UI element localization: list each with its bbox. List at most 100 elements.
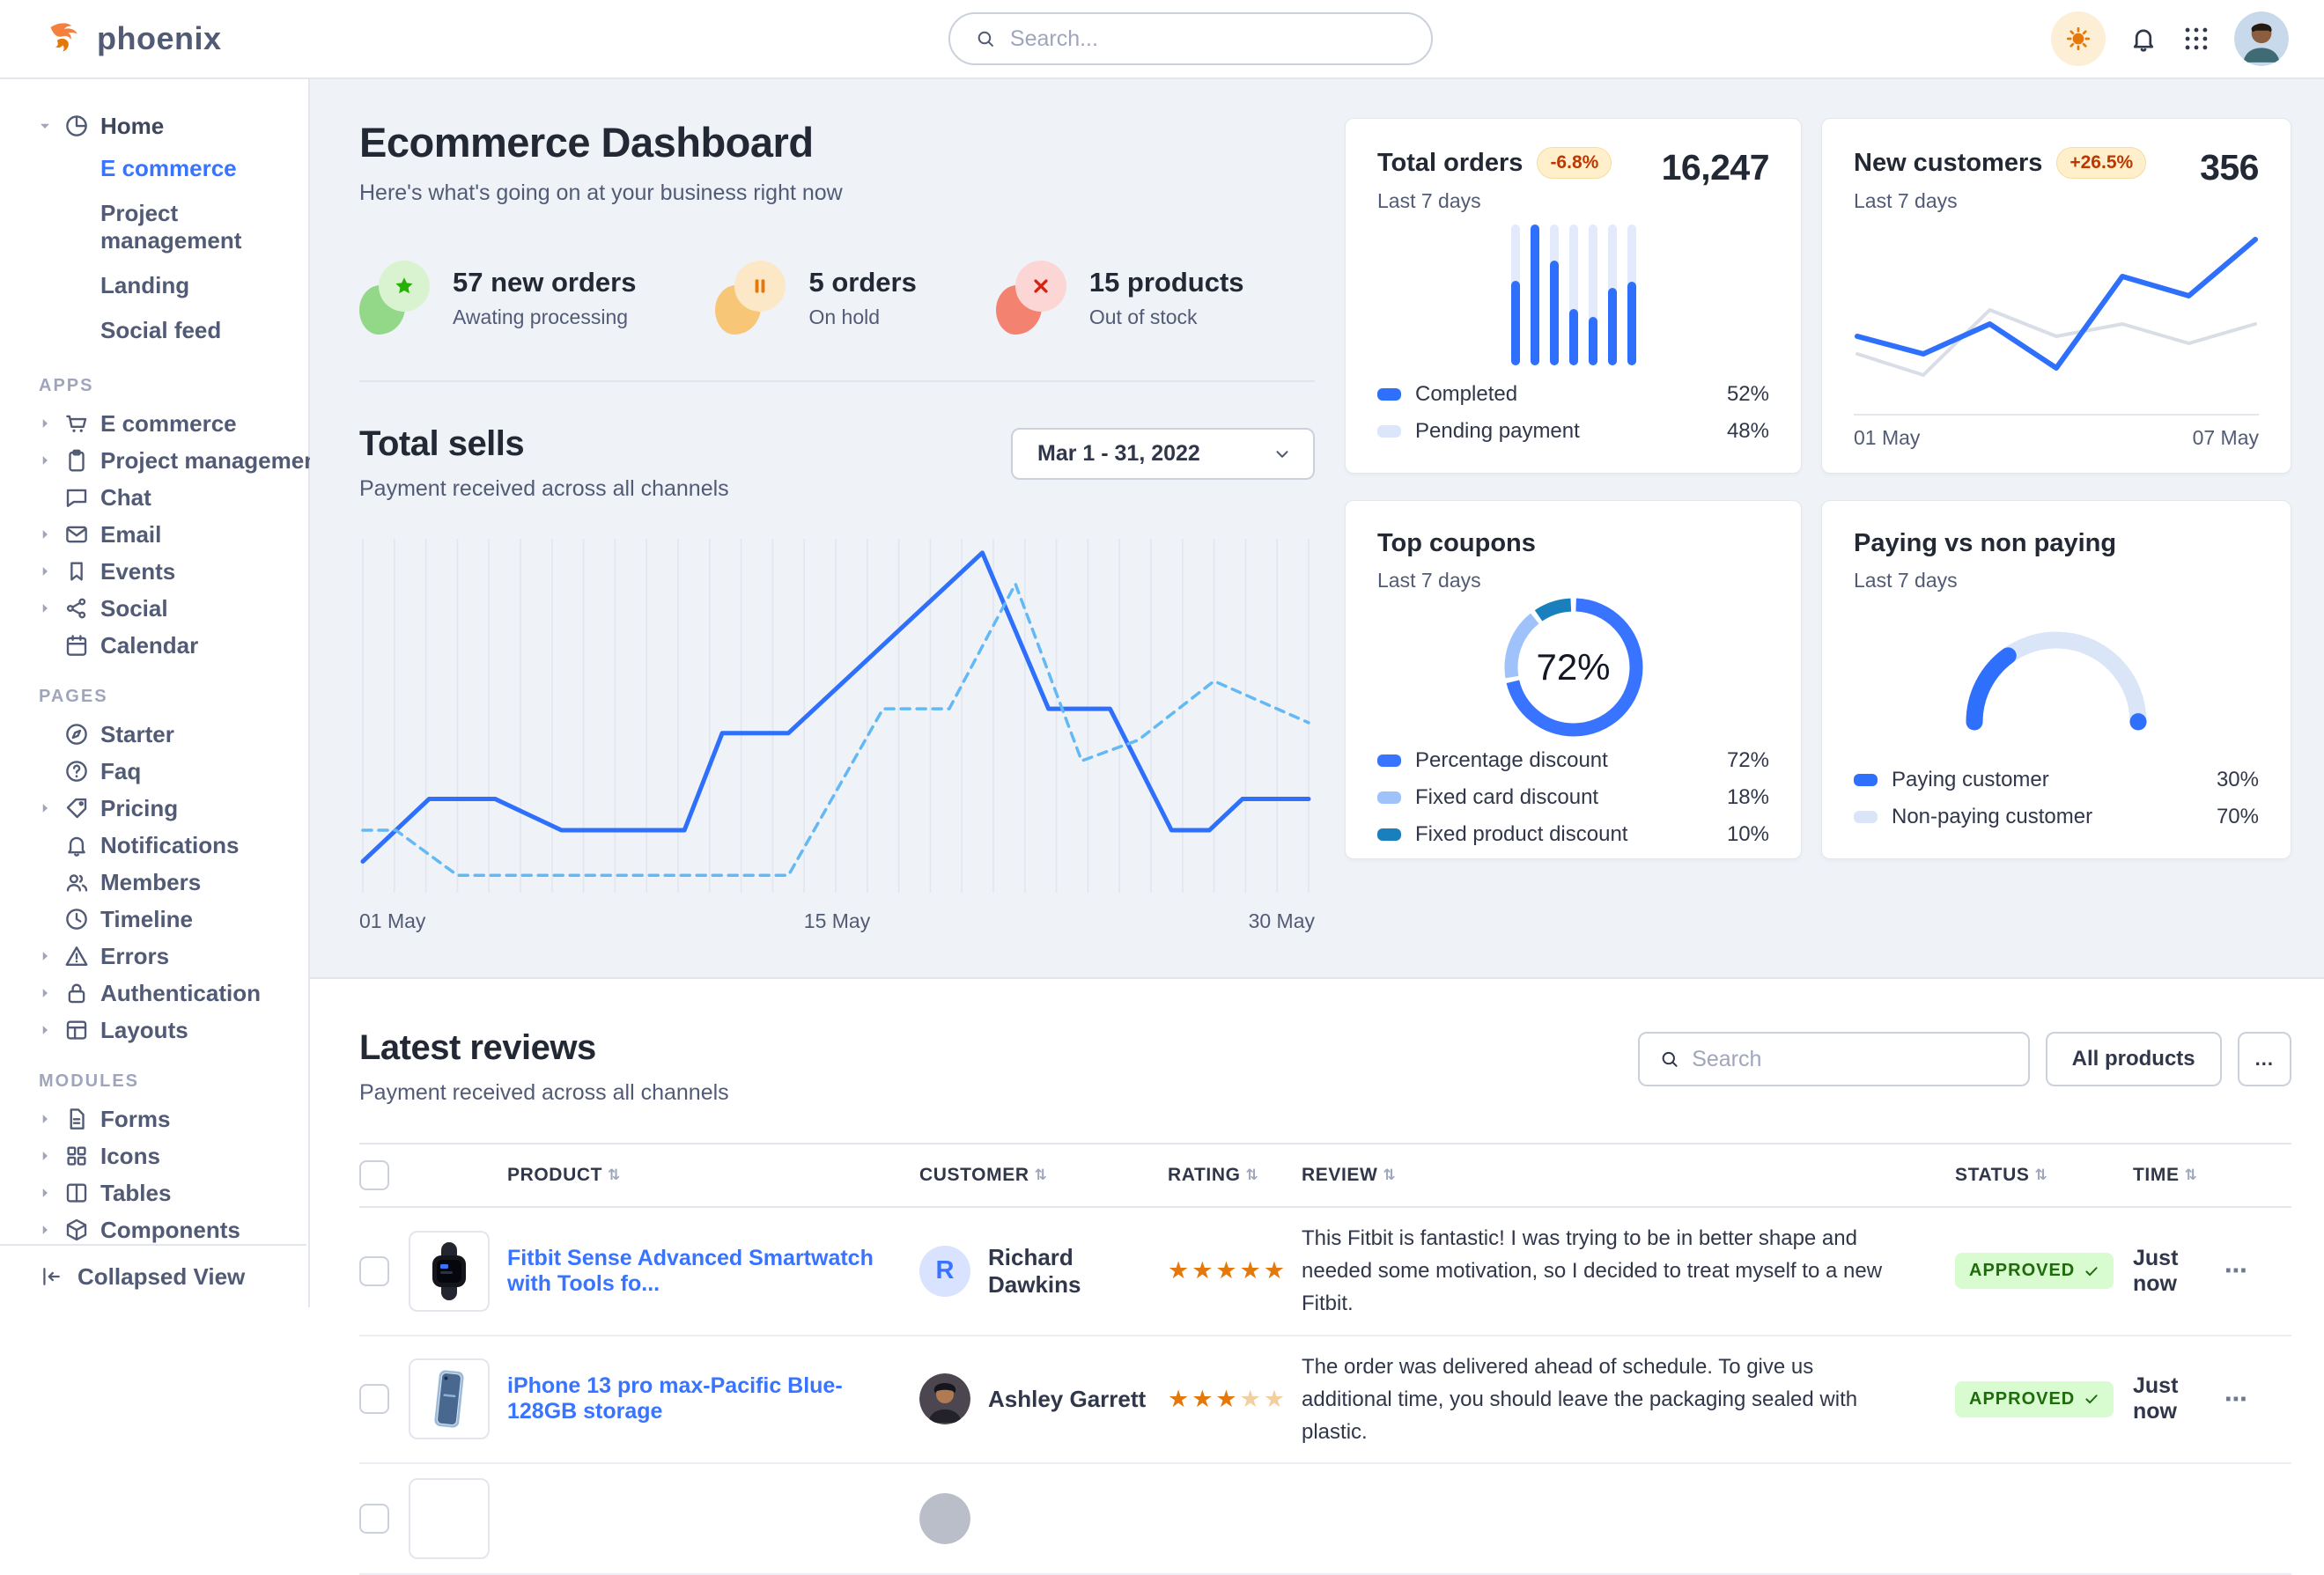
total-orders-bar-chart — [1511, 224, 1636, 365]
rating-stars: ★★★★★ — [1168, 1257, 1302, 1284]
reviews-search[interactable] — [1638, 1032, 2030, 1086]
caret-right-icon — [37, 1222, 53, 1238]
customer-avatar — [919, 1493, 970, 1544]
all-products-button[interactable]: All products — [2046, 1032, 2222, 1086]
user-avatar[interactable] — [2234, 11, 2289, 66]
global-search-input[interactable] — [1010, 26, 1406, 52]
search-icon — [1659, 1048, 1680, 1071]
sidebar-item-forms[interactable]: Forms — [37, 1100, 282, 1137]
caret-right-icon — [37, 985, 53, 1001]
reviews-search-input[interactable] — [1692, 1047, 2008, 1072]
collapsed-view-toggle[interactable]: Collapsed View — [0, 1244, 306, 1307]
product-image[interactable] — [409, 1358, 490, 1439]
latest-reviews-section: Latest reviews Payment received across a… — [310, 979, 2324, 1575]
pause-icon — [749, 275, 771, 298]
caret-right-icon — [37, 453, 53, 468]
review-table-row: Fitbit Sense Advanced Smartwatch with To… — [359, 1208, 2291, 1336]
sidebar-item-icons[interactable]: Icons — [37, 1137, 282, 1174]
sidebar-subitem-social-feed[interactable]: Social feed — [37, 308, 282, 353]
total-orders-value: 16,247 — [1662, 147, 1769, 188]
grid4-icon — [63, 1143, 90, 1169]
total-sells-subtitle: Payment received across all channels — [359, 476, 729, 502]
pie-chart-icon — [63, 113, 90, 139]
product-link[interactable]: Fitbit Sense Advanced Smartwatch with To… — [507, 1246, 919, 1297]
row-more-button[interactable]: ⋯ — [2224, 1257, 2248, 1284]
delta-badge: +26.5% — [2056, 147, 2146, 179]
legend-item: Paying customer 30% — [1854, 762, 2259, 799]
sort-icon: ⇅ — [2185, 1167, 2198, 1184]
search-icon — [975, 27, 996, 50]
sidebar-item-email[interactable]: Email — [37, 516, 282, 553]
sort-icon: ⇅ — [1383, 1167, 1396, 1184]
row-checkbox[interactable] — [359, 1384, 389, 1414]
product-image[interactable] — [409, 1231, 490, 1312]
row-more-button[interactable]: ⋯ — [2224, 1386, 2248, 1412]
column-header-customer[interactable]: CUSTOMER⇅ — [919, 1165, 1168, 1186]
card-new-customers: New customers +26.5% Last 7 days 356 01 … — [1821, 118, 2291, 474]
column-header-status[interactable]: STATUS⇅ — [1955, 1165, 2133, 1186]
caret-right-icon — [37, 1111, 53, 1127]
new-customers-x-axis: 01 May 07 May — [1854, 426, 2259, 450]
sidebar-item-components[interactable]: Components — [37, 1211, 282, 1248]
sidebar-item-home[interactable]: Home — [37, 106, 282, 146]
sidebar-item-events[interactable]: Events — [37, 553, 282, 590]
column-header-product[interactable]: PRODUCT⇅ — [507, 1165, 919, 1186]
column-header-rating[interactable]: RATING⇅ — [1168, 1165, 1302, 1186]
brand-logo[interactable]: phoenix — [46, 19, 310, 58]
apps-grid-button[interactable] — [2181, 24, 2211, 54]
sidebar-subitem-ecommerce[interactable]: E commerce — [37, 146, 282, 191]
select-all-checkbox[interactable] — [359, 1160, 389, 1190]
star-icon — [393, 275, 416, 298]
caret-right-icon — [37, 1148, 53, 1164]
sidebar-item-members[interactable]: Members — [37, 864, 282, 901]
x-icon — [1029, 275, 1052, 298]
caret-right-icon — [37, 526, 53, 542]
sidebar-item-social[interactable]: Social — [37, 590, 282, 627]
global-search[interactable] — [948, 12, 1433, 65]
row-checkbox[interactable] — [359, 1504, 389, 1534]
sidebar-subitem-landing[interactable]: Landing — [37, 263, 282, 308]
column-header-time[interactable]: TIME⇅ — [2133, 1165, 2224, 1186]
check-icon — [2084, 1263, 2099, 1279]
review-table-row: iPhone 13 pro max-Pacific Blue-128GB sto… — [359, 1336, 2291, 1465]
sidebar-item-faq[interactable]: Faq — [37, 753, 282, 790]
top-coupons-donut-chart: 72% — [1499, 592, 1649, 742]
card-paying-vs-nonpaying: Paying vs non paying Last 7 days Paying … — [1821, 500, 2291, 859]
bookmark-icon — [63, 558, 90, 585]
sidebar-item-chat[interactable]: Chat — [37, 479, 282, 516]
sidebar-item-authentication[interactable]: Authentication — [37, 975, 282, 1012]
legend-item: Non-paying customer 70% — [1854, 799, 2259, 835]
sidebar-item-calendar[interactable]: Calendar — [37, 627, 282, 664]
more-options-button[interactable]: ... — [2238, 1032, 2291, 1086]
sidebar-item-project-management[interactable]: Project management — [37, 442, 282, 479]
row-checkbox[interactable] — [359, 1256, 389, 1286]
customer-name: Richard Dawkins — [988, 1244, 1168, 1299]
clock-icon — [63, 906, 90, 932]
sidebar-item-timeline[interactable]: Timeline — [37, 901, 282, 938]
sidebar-item-tables[interactable]: Tables — [37, 1174, 282, 1211]
product-image[interactable] — [409, 1478, 490, 1559]
sidebar-item-pricing[interactable]: Pricing — [37, 790, 282, 827]
warning-icon — [63, 943, 90, 969]
sidebar-subitem-project-management[interactable]: Project management — [37, 191, 282, 263]
product-link[interactable]: iPhone 13 pro max-Pacific Blue-128GB sto… — [507, 1373, 919, 1424]
tag-icon — [63, 795, 90, 821]
sidebar-item-notifications[interactable]: Notifications — [37, 827, 282, 864]
theme-toggle-button[interactable] — [2051, 11, 2106, 66]
caret-down-icon — [37, 118, 53, 134]
caret-right-icon — [37, 948, 53, 964]
sidebar-item-layouts[interactable]: Layouts — [37, 1012, 282, 1049]
sidebar-item-starter[interactable]: Starter — [37, 716, 282, 753]
sidebar-item-errors[interactable]: Errors — [37, 938, 282, 975]
calendar-icon — [63, 632, 90, 659]
page-subtitle: Here's what's going on at your business … — [359, 180, 1315, 206]
notifications-bell-button[interactable] — [2128, 24, 2158, 54]
review-text: This Fitbit is fantastic! I was trying t… — [1302, 1222, 1955, 1321]
sidebar-section-label: APPS — [39, 376, 282, 396]
stats-divider — [359, 380, 1315, 382]
sidebar-item-e-commerce[interactable]: E commerce — [37, 405, 282, 442]
date-range-select[interactable]: Mar 1 - 31, 2022 — [1011, 428, 1315, 480]
reviews-subtitle: Payment received across all channels — [359, 1080, 729, 1106]
new-customers-value: 356 — [2200, 147, 2259, 188]
column-header-review[interactable]: REVIEW⇅ — [1302, 1165, 1955, 1186]
